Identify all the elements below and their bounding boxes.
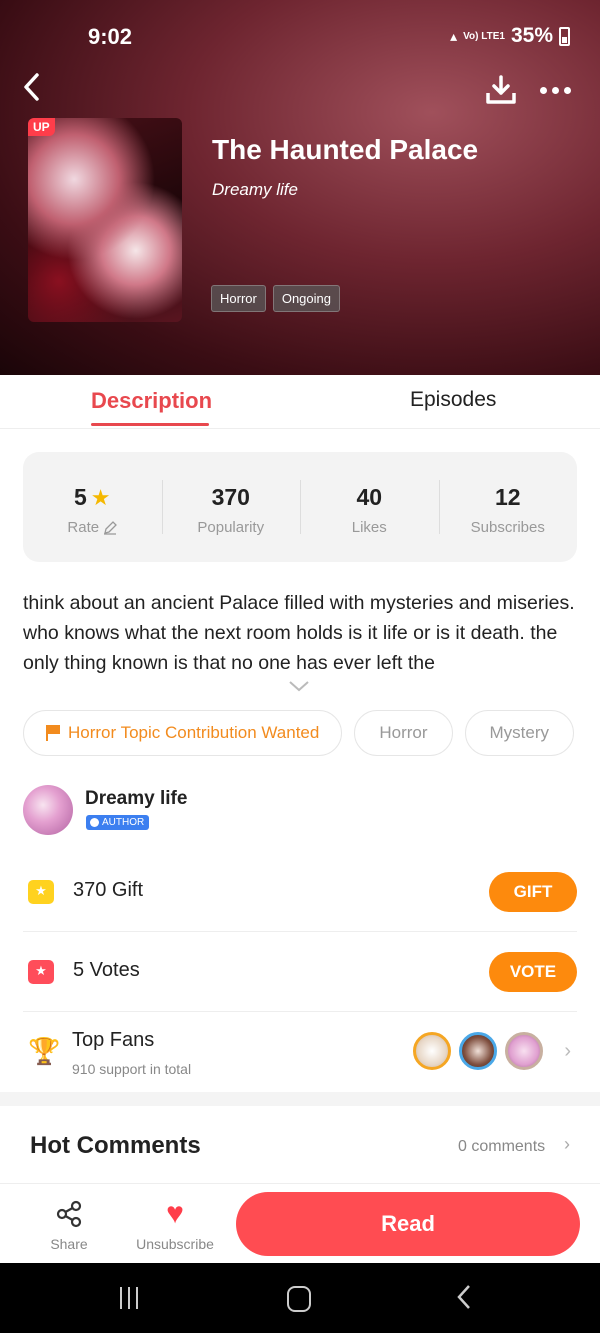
subscribes-label: Subscribes	[470, 519, 545, 536]
vote-row: 5 Votes VOTE	[23, 932, 577, 1012]
comment-count-link[interactable]: 0 comments	[458, 1138, 545, 1156]
fan-avatars	[413, 1032, 543, 1070]
tab-description[interactable]: Description	[91, 388, 212, 414]
top-fans-row[interactable]: 🏆 Top Fans 910 support in total ›	[23, 1012, 577, 1092]
bottom-action-bar: Share ♥ Unsubscribe Read	[0, 1183, 600, 1263]
stat-rate[interactable]: 5 ★ Rate	[23, 452, 162, 562]
likes-label: Likes	[351, 519, 387, 536]
status-bar: 9:02 ▴ Vo) LTE1 35%	[0, 0, 600, 72]
author-avatar[interactable]	[23, 785, 73, 835]
chevron-right-icon: ›	[564, 1040, 571, 1062]
author-name[interactable]: Dreamy life	[85, 788, 187, 810]
share-icon	[56, 1200, 82, 1228]
gift-button[interactable]: GIFT	[489, 872, 577, 912]
fan-avatar	[413, 1032, 451, 1070]
fan-avatar	[505, 1032, 543, 1070]
chip-horror[interactable]: Horror	[354, 710, 453, 756]
contribution-chip[interactable]: Horror Topic Contribution Wanted	[23, 710, 343, 756]
stat-popularity: 370 Popularity	[161, 452, 301, 562]
share-button[interactable]: Share	[49, 1198, 89, 1252]
unsubscribe-button[interactable]: ♥ Unsubscribe	[132, 1197, 218, 1253]
genre-tags: Horror Ongoing	[211, 285, 340, 312]
top-fans-subtitle: 910 support in total	[72, 1061, 192, 1077]
heart-icon: ♥	[166, 1197, 184, 1230]
dot-icon	[540, 86, 547, 94]
hot-comments-title: Hot Comments	[30, 1132, 201, 1159]
recents-button[interactable]	[120, 1287, 142, 1309]
book-author[interactable]: Dreamy life	[212, 180, 298, 200]
status-right: ▴ Vo) LTE1 35%	[450, 24, 570, 48]
network-label: Vo) LTE1	[463, 30, 505, 42]
contribution-chip-label: Horror Topic Contribution Wanted	[68, 723, 320, 742]
system-nav-bar	[0, 1263, 600, 1333]
stats-panel: 5 ★ Rate 370 Popularity 40 Likes 12 Subsc…	[23, 452, 577, 562]
download-icon	[486, 75, 516, 104]
tab-episodes[interactable]: Episodes	[410, 388, 496, 412]
pencil-icon	[104, 520, 118, 535]
subscribes-value: 12	[494, 484, 521, 510]
flag-icon	[46, 725, 60, 741]
popularity-value: 370	[211, 484, 250, 510]
genre-tag[interactable]: Horror	[211, 285, 266, 312]
battery-icon	[559, 26, 570, 46]
system-back-button[interactable]	[456, 1283, 472, 1318]
status-tag: Ongoing	[272, 285, 340, 312]
share-label: Share	[50, 1236, 88, 1252]
dot-icon	[552, 86, 559, 94]
top-fans-title: Top Fans	[72, 1029, 155, 1051]
ticket-icon	[28, 960, 54, 984]
back-icon	[457, 1285, 470, 1309]
likes-value: 40	[356, 484, 383, 510]
chevron-right-icon: ›	[564, 1134, 570, 1154]
gift-count: 370 Gift	[73, 879, 144, 901]
expand-chevron-icon[interactable]	[288, 676, 310, 692]
book-title: The Haunted Palace	[212, 134, 479, 165]
star-icon: ★	[90, 484, 111, 510]
update-badge: UP	[28, 118, 55, 136]
book-description: think about an ancient Palace filled wit…	[23, 592, 575, 674]
popularity-label: Popularity	[197, 519, 265, 536]
signal-icon: ▴	[450, 27, 458, 44]
tab-bar: Description Episodes	[0, 375, 600, 429]
rate-value: 5	[73, 484, 87, 510]
vote-button[interactable]: VOTE	[489, 952, 577, 992]
home-button[interactable]	[287, 1286, 311, 1312]
book-detail-page: 9:02 ▴ Vo) LTE1 35% UP The Haunted Palac…	[0, 0, 600, 1333]
read-button[interactable]: Read	[236, 1192, 580, 1256]
fan-avatar	[459, 1032, 497, 1070]
chip-mystery[interactable]: Mystery	[464, 710, 575, 756]
active-tab-indicator	[91, 423, 209, 426]
author-badge: AUTHOR	[86, 815, 150, 830]
download-button[interactable]	[484, 74, 520, 106]
stat-subscribes: 12 Subscribes	[438, 452, 578, 562]
badge-icon	[90, 818, 99, 827]
chevron-left-icon	[24, 73, 39, 101]
status-time: 9:02	[88, 24, 133, 49]
author-badge-label: AUTHOR	[102, 817, 145, 828]
book-cover[interactable]: UP	[28, 118, 182, 322]
back-button[interactable]	[22, 72, 46, 104]
gift-row: 370 Gift GIFT	[23, 852, 577, 932]
vote-count: 5 Votes	[73, 959, 140, 981]
rate-label: Rate	[67, 519, 100, 536]
gift-icon	[28, 880, 54, 904]
trophy-icon: 🏆	[28, 1036, 61, 1066]
dot-icon	[564, 86, 571, 94]
stat-likes: 40 Likes	[300, 452, 439, 562]
battery-label: 35%	[510, 24, 553, 47]
section-divider	[0, 1092, 600, 1106]
book-header: 9:02 ▴ Vo) LTE1 35% UP The Haunted Palac…	[0, 0, 600, 375]
more-options-button[interactable]	[540, 80, 576, 100]
topic-chips: Horror Topic Contribution Wanted Horror …	[23, 710, 575, 756]
unsubscribe-label: Unsubscribe	[136, 1236, 214, 1252]
